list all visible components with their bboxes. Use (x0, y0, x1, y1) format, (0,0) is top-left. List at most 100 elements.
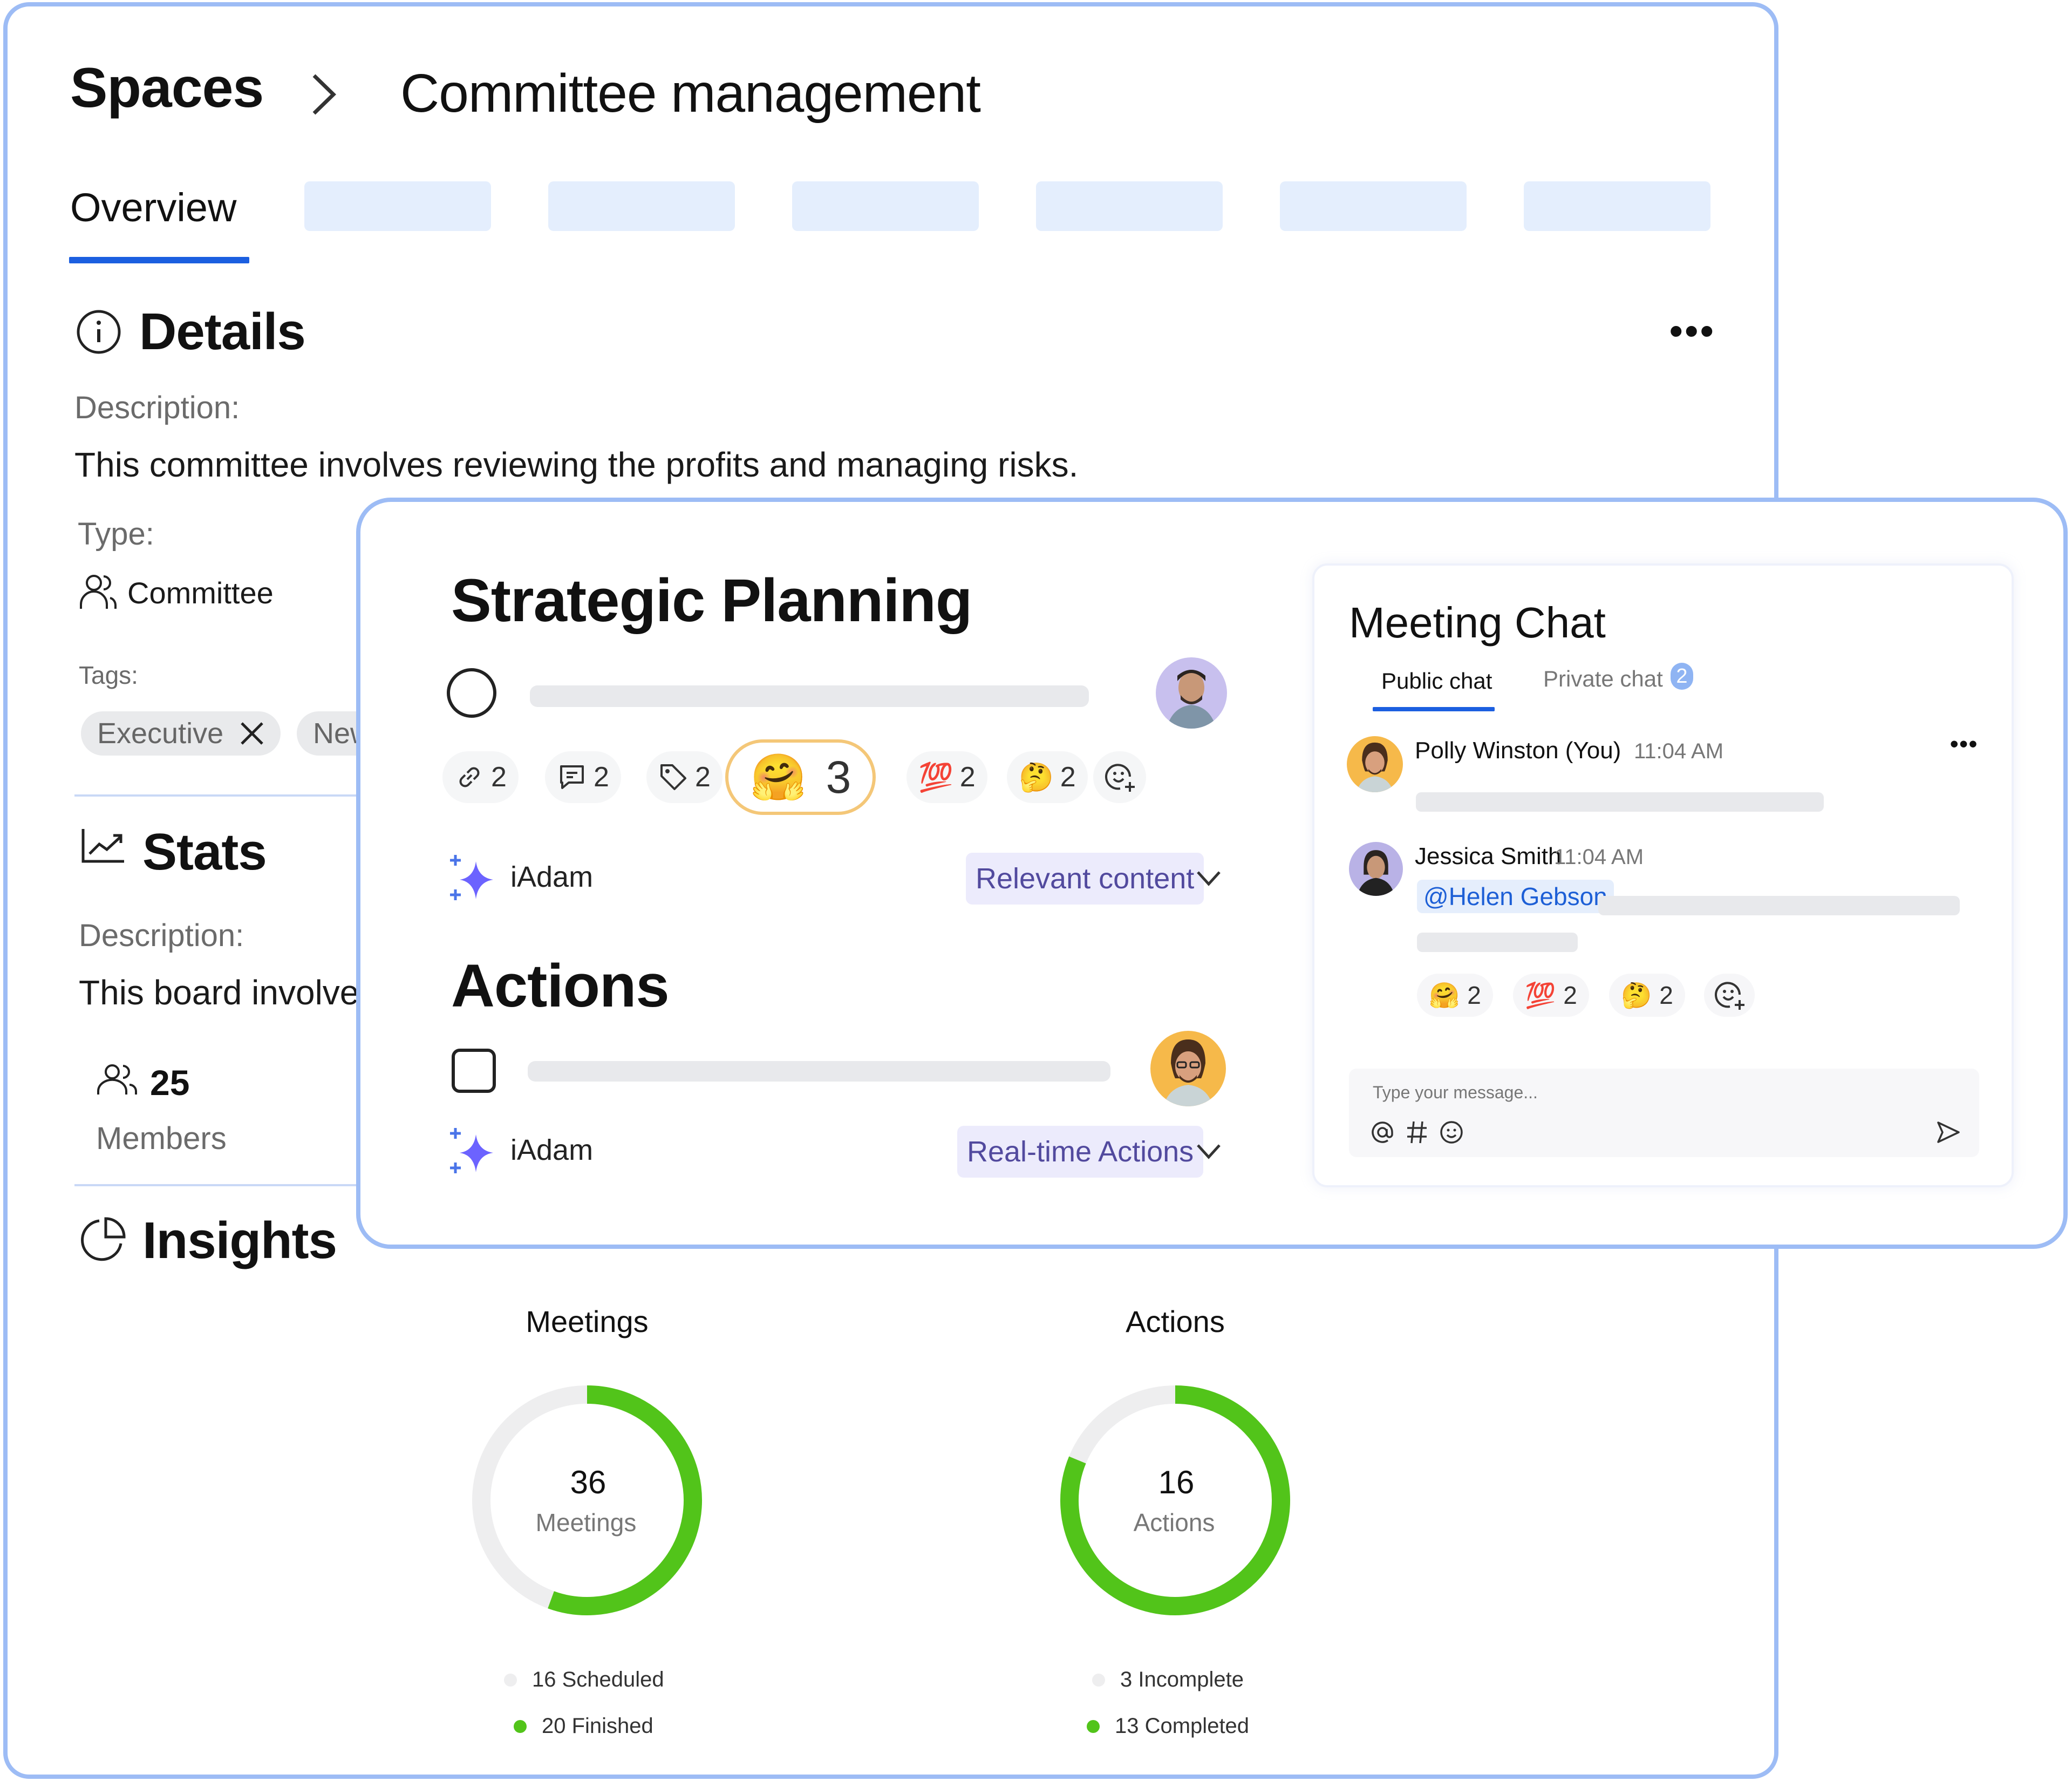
tab-overview[interactable]: Overview (70, 185, 236, 230)
tab-public-chat[interactable]: Public chat (1381, 668, 1492, 694)
assignee-avatar[interactable] (1156, 657, 1227, 729)
ai-assistant-name: iAdam (510, 861, 594, 893)
reaction-100[interactable]: 💯 2 (906, 751, 987, 803)
chart-title-actions: Actions (1126, 1304, 1225, 1338)
legend-swatch-scheduled (504, 1673, 517, 1687)
hundred-points-icon: 💯 (918, 762, 953, 793)
tab-private-chat[interactable]: Private chat (1543, 666, 1663, 692)
agenda-item-placeholder (530, 685, 1089, 707)
ai-sparkle-icon (450, 855, 493, 900)
chat-add-reaction-button[interactable] (1704, 974, 1755, 1017)
send-icon[interactable] (1935, 1119, 1961, 1145)
tab-placeholder[interactable] (1280, 181, 1467, 231)
close-icon[interactable] (240, 721, 264, 746)
legend-item: 3 Incomplete (1092, 1668, 1244, 1692)
users-icon (80, 575, 117, 609)
chat-reaction-100[interactable]: 💯 2 (1513, 974, 1589, 1017)
legend-item: 20 Finished (514, 1714, 653, 1738)
avatar-jessica[interactable] (1349, 842, 1403, 896)
action-checkbox[interactable] (451, 1048, 496, 1093)
message-time: 11:04 AM (1634, 739, 1724, 763)
message-input[interactable] (1373, 1083, 1858, 1103)
ai-filter-realtime-actions[interactable]: Real-time Actions (957, 1126, 1204, 1178)
more-options-button[interactable]: ••• (1669, 312, 1716, 350)
hashtag-icon[interactable] (1405, 1119, 1429, 1145)
trend-chart-icon (81, 829, 124, 863)
person-portrait-icon (1357, 850, 1395, 896)
action-item-placeholder (528, 1061, 1110, 1082)
chevron-right-icon (312, 74, 337, 115)
thinking-face-icon: 🤔 (1621, 981, 1652, 1009)
legend-swatch-completed (1087, 1719, 1100, 1733)
type-value: Committee (127, 576, 274, 610)
legend-label: 3 Incomplete (1120, 1668, 1244, 1691)
message-author: Jessica Smith (1415, 843, 1562, 869)
message-more-button[interactable]: ••• (1950, 731, 1978, 758)
user-mention[interactable]: @Helen Gebson (1417, 880, 1614, 913)
message-composer (1349, 1069, 1979, 1157)
comment-icon (560, 765, 584, 789)
description-text: This committee involves reviewing the pr… (74, 445, 1079, 484)
breadcrumb-spaces-link[interactable]: Spaces (70, 56, 264, 120)
message-text-placeholder (1598, 896, 1960, 915)
person-portrait-icon (1167, 670, 1216, 729)
reaction-thinking[interactable]: 🤔 2 (1007, 751, 1088, 803)
hugging-face-icon: 🤗 (750, 751, 807, 803)
section-divider (74, 794, 377, 797)
comments-chip[interactable]: 2 (545, 751, 621, 803)
ai-sparkle-icon (450, 1128, 493, 1173)
description-label: Description: (74, 390, 240, 425)
chevron-down-icon[interactable] (1196, 870, 1222, 887)
stats-heading: Stats (142, 823, 267, 881)
tags-label: Tags: (79, 661, 138, 689)
members-label: Members (96, 1121, 227, 1156)
actions-heading: Actions (451, 952, 670, 1019)
add-reaction-button[interactable] (1093, 751, 1146, 803)
reaction-count: 3 (826, 751, 851, 803)
legend-label: 20 Finished (542, 1714, 653, 1738)
breadcrumb-current: Committee management (400, 63, 981, 124)
active-tab-indicator (69, 257, 249, 263)
avatar-polly[interactable] (1347, 736, 1403, 792)
tags-chip[interactable]: 2 (646, 751, 723, 803)
reaction-count: 2 (959, 762, 976, 793)
tab-placeholder[interactable] (548, 181, 735, 231)
tags-count: 2 (695, 762, 711, 793)
comments-count: 2 (594, 762, 609, 793)
thinking-face-icon: 🤔 (1019, 762, 1054, 793)
tab-placeholder[interactable] (304, 181, 491, 231)
tab-placeholder[interactable] (792, 181, 979, 231)
chat-reaction-hugging[interactable]: 🤗 2 (1417, 974, 1493, 1017)
link-icon (459, 767, 480, 787)
insights-heading: Insights (142, 1212, 337, 1269)
reaction-hugging-highlighted[interactable]: 🤗 3 (725, 739, 876, 815)
type-label: Type: (78, 516, 154, 552)
reaction-count: 2 (1467, 981, 1481, 1009)
message-author: Polly Winston (You) (1415, 737, 1621, 764)
meetings-center-label: Meetings (535, 1508, 637, 1537)
message-text-placeholder (1416, 792, 1824, 812)
members-count: 25 (150, 1063, 190, 1103)
tab-placeholder[interactable] (1036, 181, 1223, 231)
assignee-avatar[interactable] (1150, 1031, 1226, 1106)
actions-total: 16 (1158, 1464, 1195, 1500)
mention-icon[interactable] (1369, 1119, 1395, 1145)
chat-reaction-thinking[interactable]: 🤔 2 (1609, 974, 1685, 1017)
chevron-down-icon[interactable] (1196, 1143, 1222, 1160)
links-chip[interactable]: 2 (442, 751, 519, 803)
task-status-circle[interactable] (446, 667, 497, 719)
ai-assistant-name: iAdam (510, 1134, 594, 1166)
pie-chart-icon (81, 1217, 126, 1261)
tag-chip: Executive (81, 711, 281, 756)
emoji-icon[interactable] (1439, 1119, 1464, 1145)
reaction-count: 2 (1060, 762, 1076, 793)
add-emoji-icon (1105, 764, 1135, 792)
message-time: 11:04 AM (1554, 845, 1644, 869)
legend-item: 16 Scheduled (504, 1668, 664, 1692)
legend-label: 13 Completed (1115, 1714, 1250, 1738)
ai-filter-relevant-content[interactable]: Relevant content (966, 853, 1204, 905)
unread-badge: 2 (1671, 663, 1693, 690)
tab-placeholder[interactable] (1524, 181, 1710, 231)
stats-description-label: Description: (79, 918, 244, 953)
reaction-count: 2 (1659, 981, 1673, 1009)
